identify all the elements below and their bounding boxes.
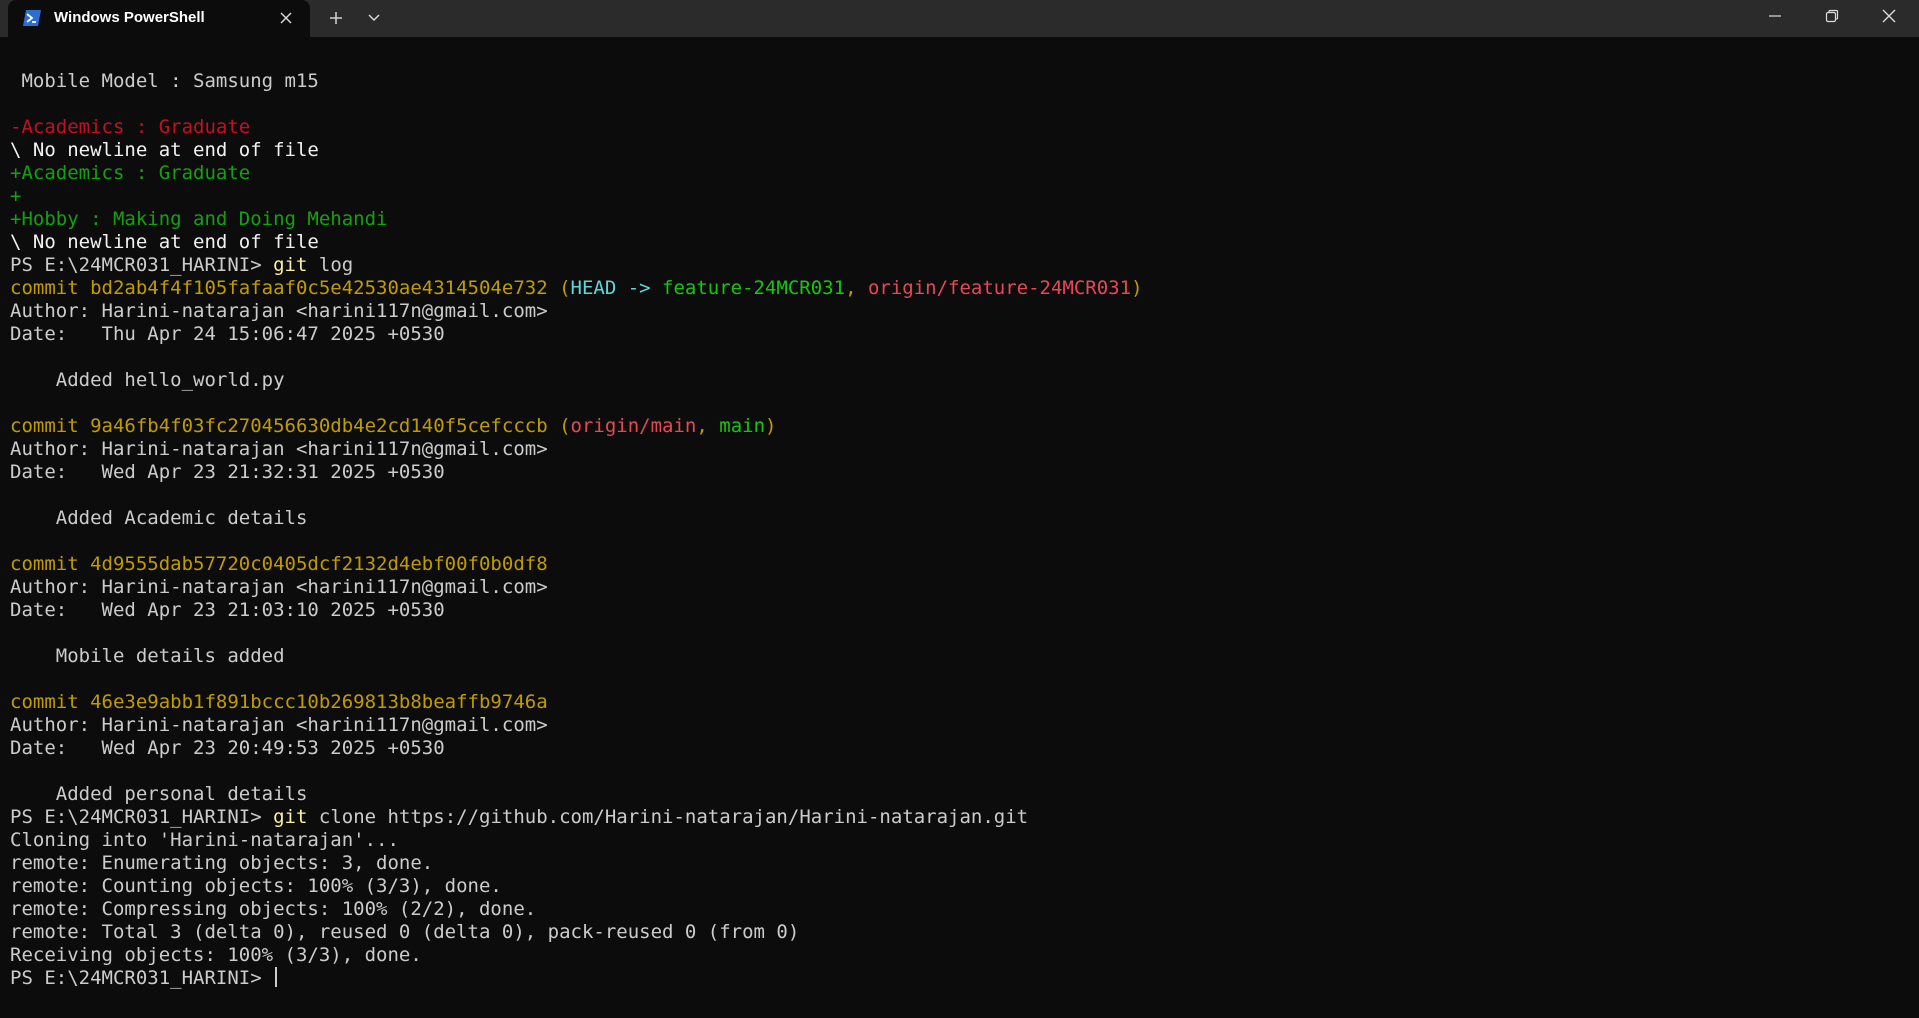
terminal-line: remote: Total 3 (delta 0), reused 0 (del… — [10, 921, 1143, 944]
terminal-line: PS E:\24MCR031_HARINI> git log — [10, 254, 1143, 277]
terminal-text: commit 46e3e9abb1f891bccc10b269813b8beaf… — [10, 691, 548, 713]
terminal-output: Mobile Model : Samsung m15 -Academics : G… — [10, 70, 1143, 990]
terminal-text: ) — [1131, 277, 1143, 299]
prompt-text: PS E:\24MCR031_HARINI> — [10, 967, 274, 989]
terminal-line: commit bd2ab4f4f105fafaaf0c5e42530ae4314… — [10, 277, 1143, 300]
terminal-text: , — [696, 415, 720, 437]
terminal-text: Date: Wed Apr 23 21:32:31 2025 +0530 — [10, 461, 445, 483]
terminal-text: clone https://github.com/Harini-nataraja… — [307, 806, 1029, 828]
powershell-icon — [22, 9, 42, 27]
tab-windows-powershell[interactable]: Windows PowerShell — [8, 0, 310, 37]
terminal-text: Author: Harini-natarajan <harini117n@gma… — [10, 438, 548, 460]
terminal-line: Author: Harini-natarajan <harini117n@gma… — [10, 576, 1143, 599]
terminal-text: log — [307, 254, 354, 276]
terminal-text: Added hello_world.py — [10, 369, 285, 391]
terminal-line: + — [10, 185, 1143, 208]
terminal-text: remote: Counting objects: 100% (3/3), do… — [10, 875, 502, 897]
close-icon[interactable] — [1861, 0, 1918, 33]
terminal-line: \ No newline at end of file — [10, 139, 1143, 162]
terminal-text: git — [273, 254, 308, 276]
terminal-line: Added personal details — [10, 783, 1143, 806]
terminal-text: feature-24MCR031 — [662, 277, 846, 299]
terminal-line: remote: Compressing objects: 100% (2/2),… — [10, 898, 1143, 921]
terminal-text: origin/main — [570, 415, 697, 437]
terminal-text: Added personal details — [10, 783, 308, 805]
minimize-icon[interactable] — [1747, 0, 1804, 33]
terminal-text: commit 4d9555dab57720c0405dcf2132d4ebf00… — [10, 553, 548, 575]
terminal-line: +Hobby : Making and Doing Mehandi — [10, 208, 1143, 231]
terminal-text: +Academics : Graduate — [10, 162, 251, 184]
terminal-line: Added Academic details — [10, 507, 1143, 530]
terminal-text: Author: Harini-natarajan <harini117n@gma… — [10, 576, 548, 598]
terminal-text: remote: Compressing objects: 100% (2/2),… — [10, 898, 537, 920]
terminal-line: Mobile details added — [10, 645, 1143, 668]
terminal-line: Mobile Model : Samsung m15 — [10, 70, 1143, 93]
tab-title: Windows PowerShell — [54, 9, 205, 26]
terminal-line: commit 46e3e9abb1f891bccc10b269813b8beaf… — [10, 691, 1143, 714]
terminal-text: Author: Harini-natarajan <harini117n@gma… — [10, 714, 548, 736]
terminal-line: Date: Thu Apr 24 15:06:47 2025 +0530 — [10, 323, 1143, 346]
terminal-text: Date: Wed Apr 23 20:49:53 2025 +0530 — [10, 737, 445, 759]
title-bar: Windows PowerShell — [0, 0, 1919, 37]
terminal-text: PS E:\24MCR031_HARINI> — [10, 254, 274, 276]
plus-icon[interactable] — [322, 5, 350, 31]
terminal-line: Cloning into 'Harini-natarajan'... — [10, 829, 1143, 852]
terminal-text: , — [845, 277, 868, 299]
terminal-text: Mobile Model : Samsung m15 — [10, 70, 319, 92]
terminal-line: -Academics : Graduate — [10, 116, 1143, 139]
terminal-text: commit 9a46fb4f03fc270456630db4e2cd140f5… — [10, 415, 571, 437]
terminal-line: remote: Enumerating objects: 3, done. — [10, 852, 1143, 875]
terminal-text: Author: Harini-natarajan <harini117n@gma… — [10, 300, 548, 322]
terminal-text: + — [10, 185, 22, 207]
terminal-line: Author: Harini-natarajan <harini117n@gma… — [10, 714, 1143, 737]
terminal-line: Date: Wed Apr 23 20:49:53 2025 +0530 — [10, 737, 1143, 760]
chevron-down-icon[interactable] — [360, 5, 388, 31]
terminal-line: Author: Harini-natarajan <harini117n@gma… — [10, 438, 1143, 461]
terminal-line: commit 4d9555dab57720c0405dcf2132d4ebf00… — [10, 553, 1143, 576]
prompt-line[interactable]: PS E:\24MCR031_HARINI> — [10, 967, 1143, 990]
terminal-text: remote: Total 3 (delta 0), reused 0 (del… — [10, 921, 800, 943]
close-tab-icon[interactable] — [276, 8, 296, 28]
terminal-text: git — [273, 806, 308, 828]
terminal-text: Added Academic details — [10, 507, 308, 529]
terminal-text: commit bd2ab4f4f105fafaaf0c5e42530ae4314… — [10, 277, 571, 299]
terminal-text: Receiving objects: 100% (3/3), done. — [10, 944, 422, 966]
terminal-area[interactable]: Mobile Model : Samsung m15 -Academics : G… — [0, 37, 1905, 1018]
terminal-text: -Academics : Graduate — [10, 116, 251, 138]
restore-icon[interactable] — [1804, 0, 1861, 33]
terminal-text: Date: Thu Apr 24 15:06:47 2025 +0530 — [10, 323, 445, 345]
terminal-text: Date: Wed Apr 23 21:03:10 2025 +0530 — [10, 599, 445, 621]
terminal-text: Mobile details added — [10, 645, 285, 667]
terminal-text: origin/feature-24MCR031 — [867, 277, 1132, 299]
text-cursor — [275, 967, 278, 987]
terminal-text: +Hobby : Making and Doing Mehandi — [10, 208, 388, 230]
terminal-line: \ No newline at end of file — [10, 231, 1143, 254]
terminal-text: main — [719, 415, 766, 437]
terminal-line: +Academics : Graduate — [10, 162, 1143, 185]
terminal-line: commit 9a46fb4f03fc270456630db4e2cd140f5… — [10, 415, 1143, 438]
terminal-line: Date: Wed Apr 23 21:32:31 2025 +0530 — [10, 461, 1143, 484]
terminal-line: Author: Harini-natarajan <harini117n@gma… — [10, 300, 1143, 323]
terminal-line: remote: Counting objects: 100% (3/3), do… — [10, 875, 1143, 898]
terminal-text: HEAD -> — [570, 277, 663, 299]
terminal-text: \ No newline at end of file — [10, 231, 319, 253]
terminal-text: \ No newline at end of file — [10, 139, 319, 161]
terminal-text: Cloning into 'Harini-natarajan'... — [10, 829, 399, 851]
terminal-text: remote: Enumerating objects: 3, done. — [10, 852, 434, 874]
terminal-line: Receiving objects: 100% (3/3), done. — [10, 944, 1143, 967]
terminal-line: PS E:\24MCR031_HARINI> git clone https:/… — [10, 806, 1143, 829]
terminal-line: Added hello_world.py — [10, 369, 1143, 392]
terminal-text: ) — [765, 415, 777, 437]
terminal-text: PS E:\24MCR031_HARINI> — [10, 806, 274, 828]
terminal-line: Date: Wed Apr 23 21:03:10 2025 +0530 — [10, 599, 1143, 622]
